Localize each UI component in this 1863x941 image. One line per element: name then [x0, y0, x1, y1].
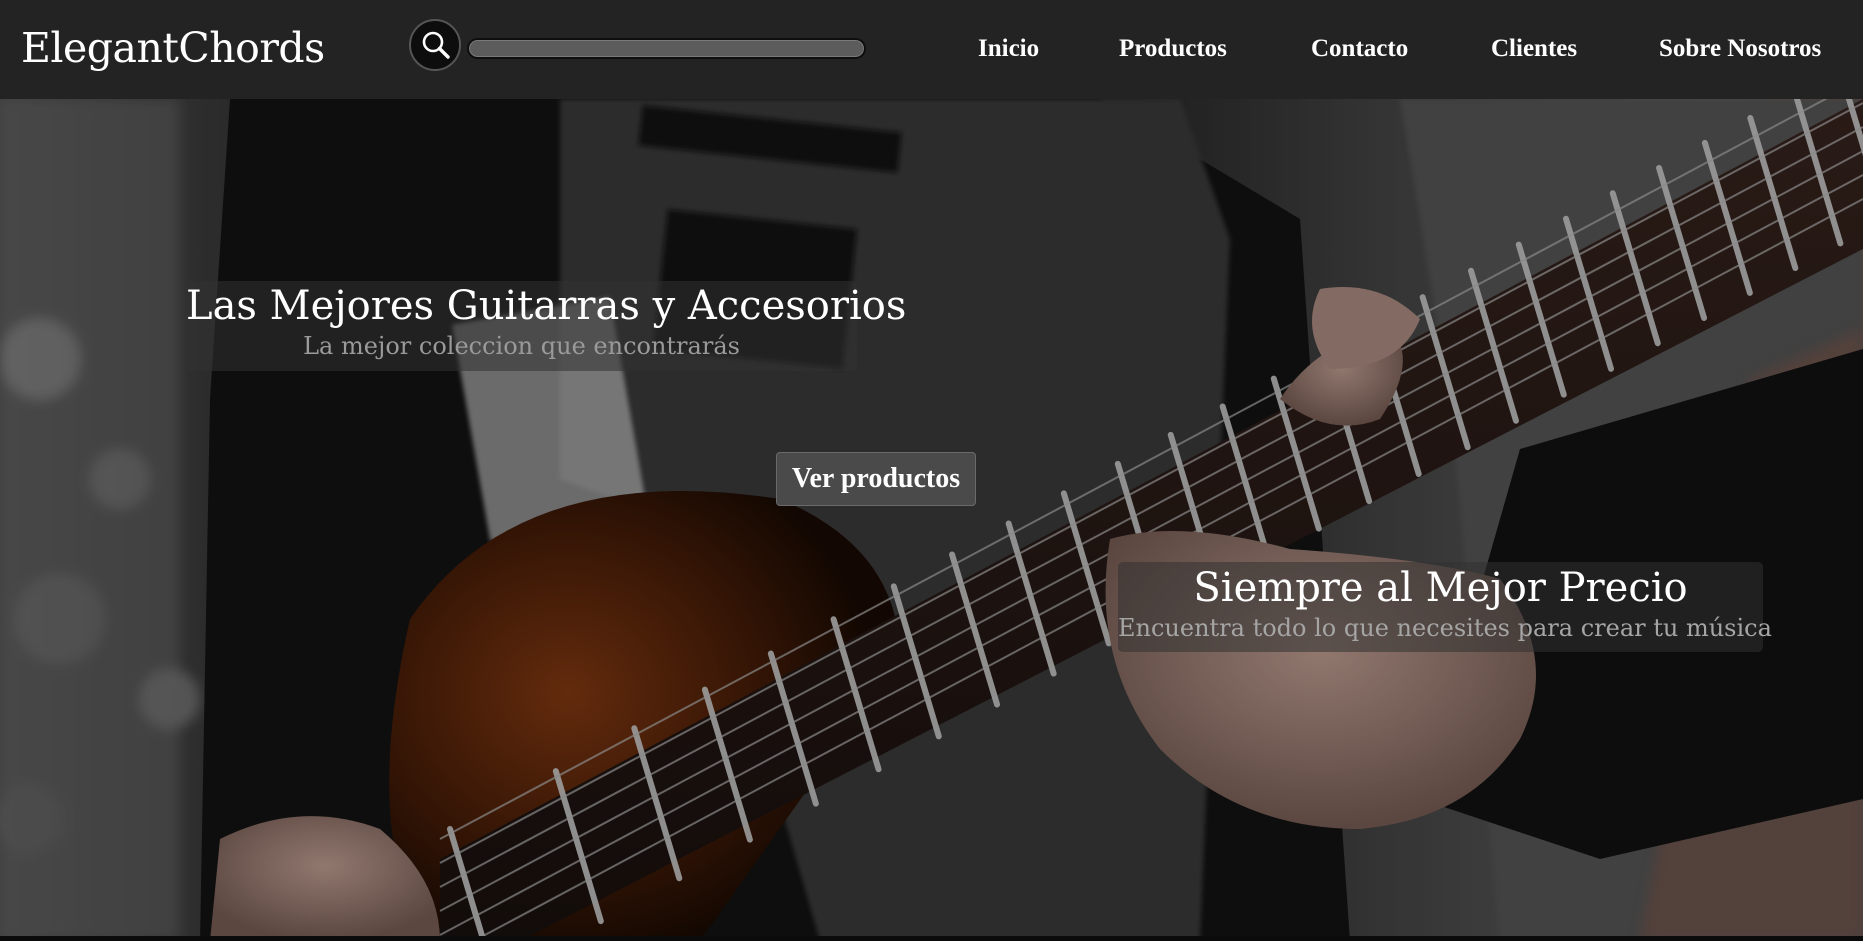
nav-link-inicio[interactable]: Inicio [978, 35, 1039, 63]
nav-link-productos[interactable]: Productos [1119, 35, 1227, 63]
hero-caption-subtitle: La mejor coleccion que encontrarás [303, 332, 740, 360]
hero-caption-subtitle: Encuentra todo lo que necesites para cre… [1118, 614, 1772, 642]
view-products-button[interactable]: Ver productos [776, 452, 976, 506]
hero-caption-title: Las Mejores Guitarras y Accesorios [186, 283, 907, 329]
brand-logo[interactable]: ElegantChords [21, 24, 325, 72]
nav-link-contacto[interactable]: Contacto [1311, 35, 1408, 63]
search-icon [422, 31, 450, 59]
hero-background-image [0, 99, 1863, 941]
hero-section: Las Mejores Guitarras y Accesorios La me… [0, 99, 1863, 941]
hero-caption-primary: Las Mejores Guitarras y Accesorios La me… [186, 281, 907, 371]
search-input[interactable] [467, 38, 866, 59]
nav-link-clientes[interactable]: Clientes [1491, 35, 1577, 63]
hero-bottom-edge [0, 936, 1863, 941]
nav-link-sobre-nosotros[interactable]: Sobre Nosotros [1659, 35, 1821, 63]
hero-caption-title: Siempre al Mejor Precio [1193, 565, 1688, 611]
search-button[interactable] [409, 19, 461, 71]
navbar: ElegantChords Inicio Productos Contacto … [0, 0, 1863, 99]
hero-caption-secondary: Siempre al Mejor Precio Encuentra todo l… [1118, 562, 1772, 652]
